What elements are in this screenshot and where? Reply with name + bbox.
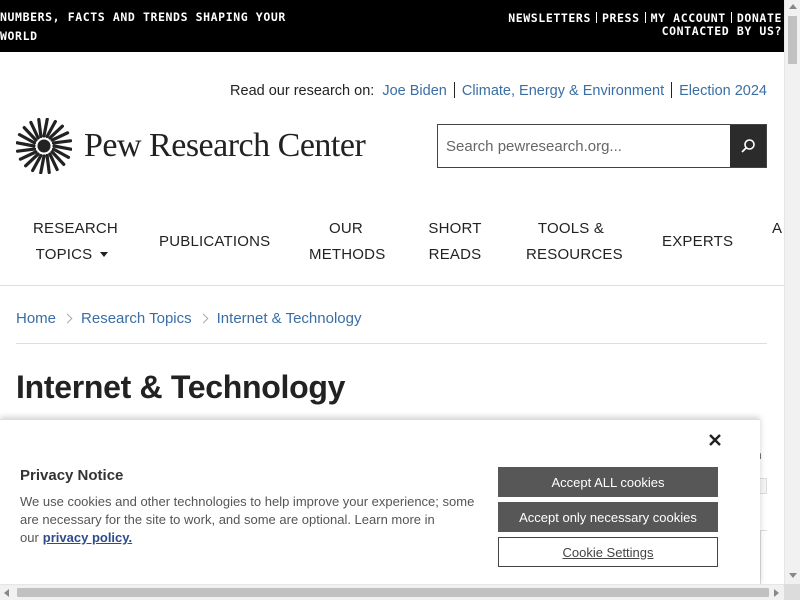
research-on-bar: Read our research on: Joe Biden Climate, … xyxy=(230,82,767,99)
nav-label: TOOLS & xyxy=(537,220,605,237)
topic-link-election-2024[interactable]: Election 2024 xyxy=(679,83,767,99)
donate-link[interactable]: DONATE xyxy=(737,11,782,25)
scroll-right-icon[interactable] xyxy=(774,589,779,597)
logo-ray xyxy=(42,118,49,138)
nav-label: PUBLICATIONS xyxy=(159,233,271,250)
chevron-right-icon xyxy=(62,313,73,324)
close-icon[interactable] xyxy=(707,432,723,448)
search-box xyxy=(437,124,767,168)
divider xyxy=(671,82,673,98)
nav-label: EXPERTS xyxy=(662,233,734,250)
divider xyxy=(644,12,646,23)
nav-item-tools-resources[interactable]: TOOLS & RESOURCES xyxy=(526,216,623,268)
logo-ray xyxy=(52,144,72,151)
search-button[interactable] xyxy=(730,125,766,167)
logo-ray xyxy=(16,141,36,148)
nav-label: A xyxy=(772,220,783,237)
divider xyxy=(16,343,767,344)
nav-item-truncated[interactable]: A xyxy=(772,216,784,242)
logo-ray xyxy=(37,118,43,139)
logo-ray xyxy=(39,154,46,174)
site-logo[interactable]: Pew Research Center xyxy=(16,118,366,174)
scrollbar-thumb[interactable] xyxy=(17,588,769,597)
top-links: NEWSLETTERS PRESS MY ACCOUNT DONATE CONTACT… xyxy=(508,12,782,38)
logo-text: Pew Research Center xyxy=(84,127,366,164)
main-nav: RESEARCH TOPICS PUBLICATIONS OUR METHODS… xyxy=(0,206,784,286)
divider xyxy=(595,12,597,23)
scroll-down-icon[interactable] xyxy=(789,573,797,578)
logo-ray xyxy=(51,139,72,145)
breadcrumb: Home Research Topics Internet & Technology xyxy=(16,310,361,327)
divider xyxy=(730,12,732,23)
nav-item-research-topics[interactable]: RESEARCH TOPICS xyxy=(33,216,118,268)
research-on-label: Read our research on: xyxy=(230,83,375,99)
search-input[interactable] xyxy=(438,125,730,167)
breadcrumb-home[interactable]: Home xyxy=(16,310,56,327)
contacted-by-us-link[interactable]: CONTACTED BY US? xyxy=(508,25,782,38)
hidden-content-card xyxy=(760,530,767,584)
pew-sunburst-logo-icon xyxy=(16,118,72,174)
nav-item-experts[interactable]: EXPERTS xyxy=(662,229,734,255)
nav-item-our-methods[interactable]: OUR METHODS xyxy=(309,216,386,268)
nav-label: RESEARCH xyxy=(33,220,118,237)
caret-down-icon xyxy=(100,252,109,257)
accept-necessary-cookies-button[interactable]: Accept only necessary cookies xyxy=(498,502,718,532)
press-link[interactable]: PRESS xyxy=(602,11,640,25)
top-bar: NUMBERS, FACTS AND TRENDS SHAPING YOUR W… xyxy=(0,0,784,52)
page-title: Internet & Technology xyxy=(16,369,346,405)
newsletters-link[interactable]: NEWSLETTERS xyxy=(508,11,591,25)
privacy-notice-body: We use cookies and other technologies to… xyxy=(20,493,490,547)
scroll-left-icon[interactable] xyxy=(4,589,9,597)
nav-label: OUR xyxy=(329,220,363,237)
accept-all-cookies-button[interactable]: Accept ALL cookies xyxy=(498,467,718,497)
nav-label: METHODS xyxy=(309,246,386,263)
logo-ray xyxy=(16,147,37,153)
scrollbar-thumb[interactable] xyxy=(788,16,797,64)
scroll-up-icon[interactable] xyxy=(789,4,797,9)
topic-link-climate[interactable]: Climate, Energy & Environment xyxy=(462,83,664,99)
divider xyxy=(453,82,455,98)
privacy-notice-dialog: Privacy Notice We use cookies and other … xyxy=(0,419,760,585)
nav-label: TOPICS xyxy=(35,246,93,263)
nav-label-line2: TOPICS xyxy=(33,242,111,268)
my-account-link[interactable]: MY ACCOUNT xyxy=(651,11,726,25)
scrollbar-corner xyxy=(784,584,800,600)
breadcrumb-research-topics[interactable]: Research Topics xyxy=(81,310,192,327)
logo-ray xyxy=(45,153,51,174)
privacy-policy-link[interactable]: privacy policy. xyxy=(43,530,132,545)
nav-label: SHORT xyxy=(428,220,482,237)
breadcrumb-internet-technology[interactable]: Internet & Technology xyxy=(217,310,362,327)
privacy-notice-title: Privacy Notice xyxy=(20,467,124,484)
nav-label: RESOURCES xyxy=(526,246,623,263)
nav-item-short-reads[interactable]: SHORT READS xyxy=(428,216,482,268)
nav-label: READS xyxy=(428,246,482,263)
search-icon xyxy=(741,139,755,153)
horizontal-scrollbar[interactable] xyxy=(0,584,784,600)
topic-link-joe-biden[interactable]: Joe Biden xyxy=(382,83,447,99)
cookie-settings-button[interactable]: Cookie Settings xyxy=(498,537,718,567)
chevron-right-icon xyxy=(198,313,209,324)
vertical-scrollbar[interactable] xyxy=(784,0,800,584)
nav-item-publications[interactable]: PUBLICATIONS xyxy=(159,229,271,255)
site-tagline: NUMBERS, FACTS AND TRENDS SHAPING YOUR W… xyxy=(0,10,286,43)
